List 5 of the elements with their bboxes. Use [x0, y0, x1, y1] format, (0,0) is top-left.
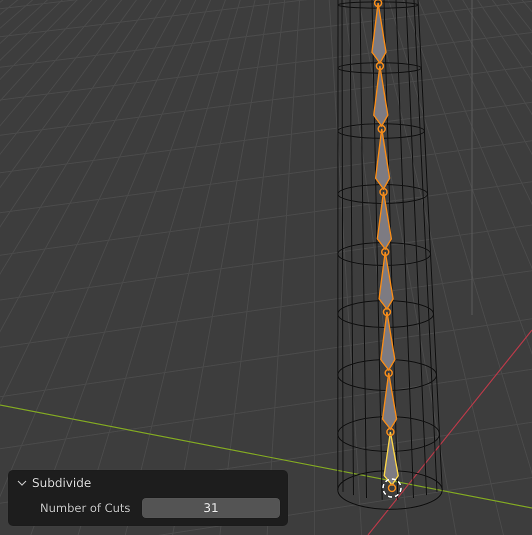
chevron-icon [16, 478, 28, 488]
number-field[interactable]: 31 [142, 498, 280, 518]
panel-header[interactable]: Subdivide [16, 474, 280, 492]
panel-title: Subdivide [32, 476, 92, 490]
field-label: Number of Cuts [40, 501, 132, 515]
